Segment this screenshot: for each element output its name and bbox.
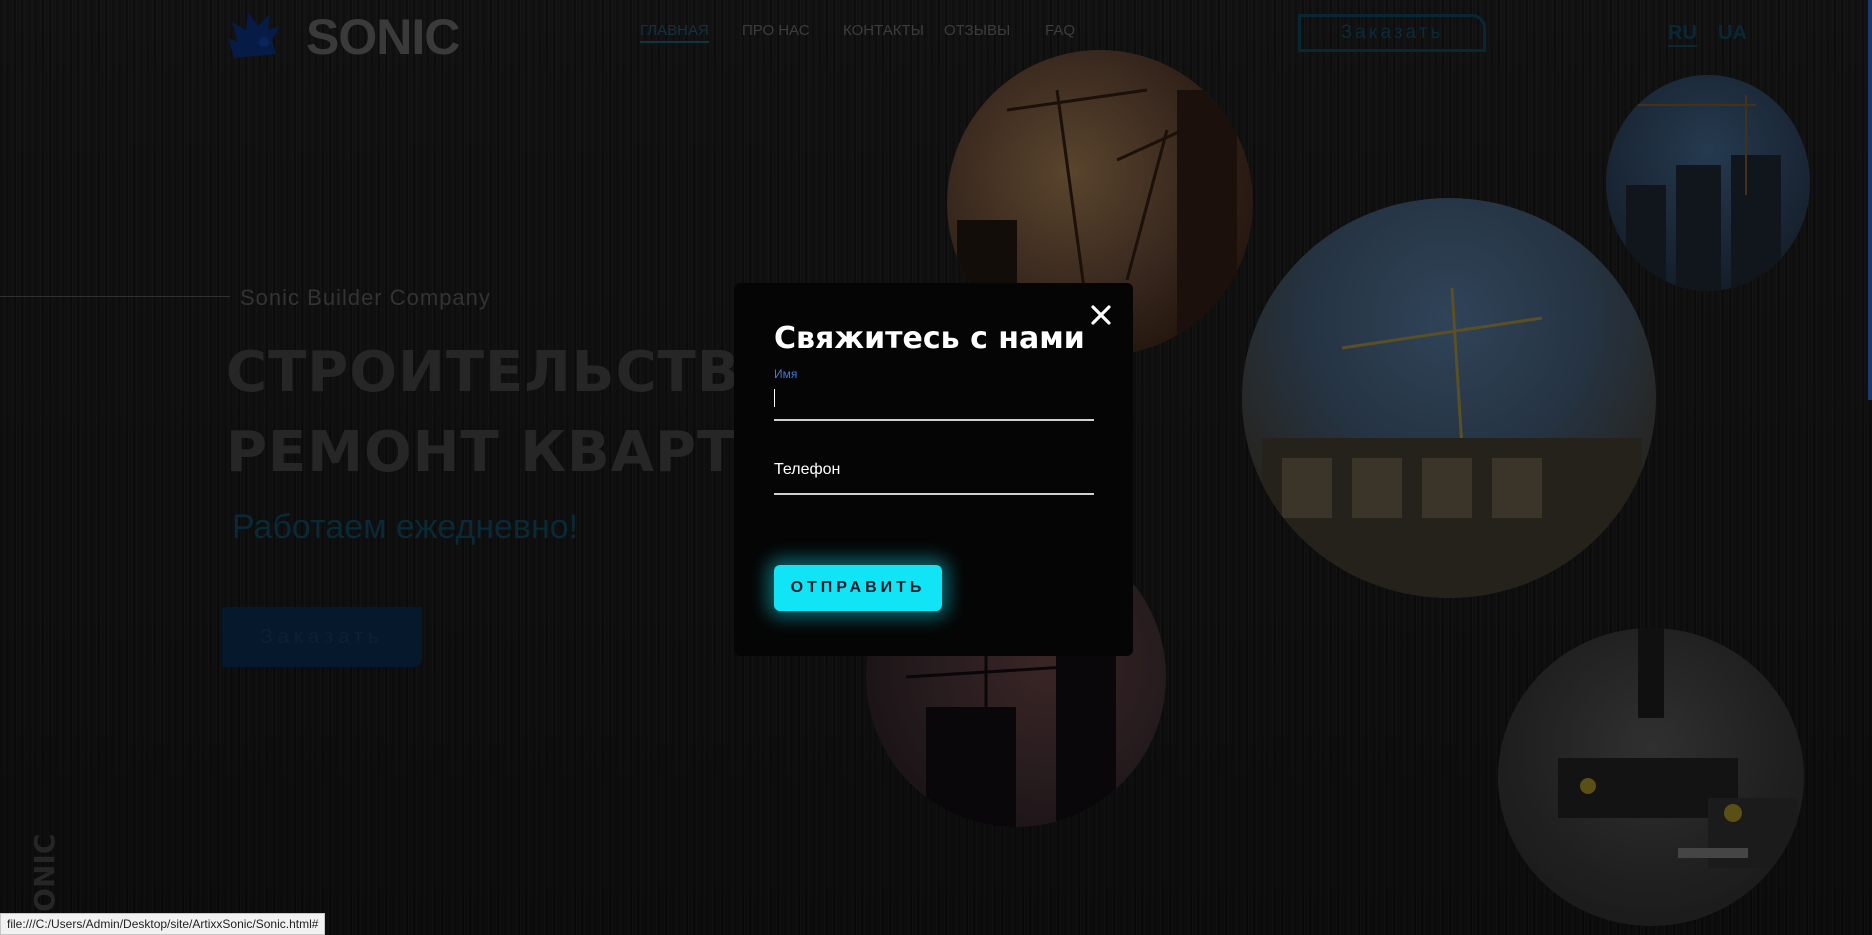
phone-field[interactable] bbox=[774, 461, 1094, 495]
name-field-label: Имя bbox=[774, 367, 798, 381]
phone-field-underline bbox=[774, 493, 1094, 495]
name-input[interactable] bbox=[774, 381, 1094, 399]
close-icon[interactable] bbox=[1087, 301, 1115, 329]
contact-modal: Свяжитесь с нами Имя ОТПРАВИТЬ bbox=[734, 283, 1133, 656]
name-field-underline bbox=[774, 419, 1094, 421]
submit-button[interactable]: ОТПРАВИТЬ bbox=[774, 565, 942, 611]
text-cursor bbox=[774, 389, 775, 407]
phone-input[interactable] bbox=[774, 461, 1094, 479]
modal-title: Свяжитесь с нами bbox=[774, 321, 1085, 356]
name-field[interactable]: Имя bbox=[774, 367, 1094, 421]
status-bar-url: file:///C:/Users/Admin/Desktop/site/Arti… bbox=[0, 913, 326, 935]
